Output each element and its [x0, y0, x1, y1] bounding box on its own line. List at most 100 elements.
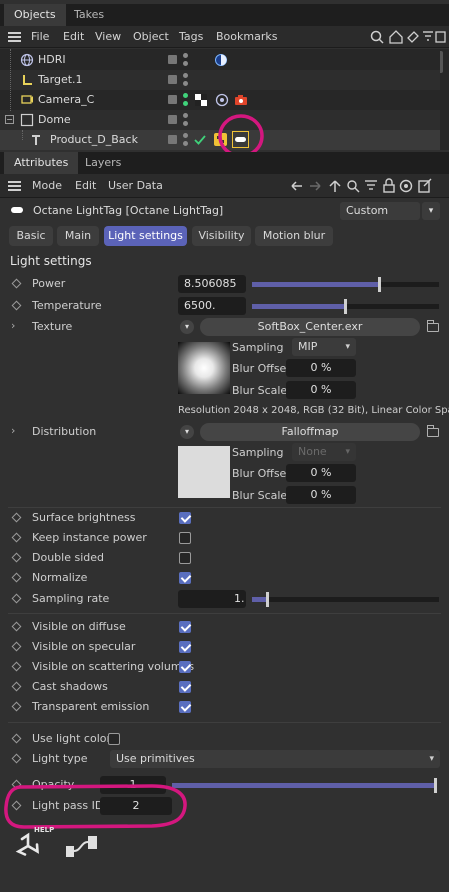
tab-visibility[interactable]: Visibility: [192, 226, 251, 246]
editor-visibility-dot[interactable]: [183, 133, 188, 138]
keyframe-icon[interactable]: [11, 593, 22, 604]
distribution-sampling-dropdown[interactable]: None ▾: [292, 443, 356, 461]
protection-tag-icon[interactable]: [195, 94, 207, 106]
distribution-field[interactable]: Falloffmap: [200, 423, 420, 441]
menu-tags[interactable]: Tags: [179, 30, 203, 43]
cast-shadows-checkbox[interactable]: [179, 681, 191, 693]
layer-swatch[interactable]: [168, 115, 177, 124]
menu-mode[interactable]: Mode: [32, 179, 62, 192]
tab-motion-blur[interactable]: Motion blur: [255, 226, 333, 246]
temperature-field[interactable]: 6500.: [178, 297, 246, 315]
attributes-toolbar-icons[interactable]: [290, 178, 446, 194]
tab-main[interactable]: Main: [57, 226, 99, 246]
tab-basic[interactable]: Basic: [9, 226, 53, 246]
editor-visibility-dot[interactable]: [183, 93, 188, 98]
preset-dropdown[interactable]: Custom: [340, 202, 420, 220]
temperature-slider[interactable]: [252, 299, 439, 314]
sampling-rate-slider[interactable]: [252, 592, 439, 607]
object-row-camera[interactable]: Camera_C: [0, 90, 440, 110]
checkmark-icon[interactable]: [194, 134, 206, 146]
object-row-hdri[interactable]: HDRI: [0, 50, 440, 70]
target-tag-icon[interactable]: [215, 93, 229, 107]
folder-icon[interactable]: [427, 425, 439, 437]
sampling-rate-slider-knob[interactable]: [265, 592, 269, 607]
texture-menu-button[interactable]: ▾: [180, 320, 194, 334]
normalize-checkbox[interactable]: [179, 572, 191, 584]
keyframe-icon[interactable]: [11, 641, 22, 652]
visible-on-scattering-volumes-checkbox[interactable]: [179, 661, 191, 673]
keyframe-icon[interactable]: [11, 681, 22, 692]
menu-icon[interactable]: [8, 181, 21, 191]
tab-light-settings[interactable]: Light settings: [104, 226, 187, 246]
visible-on-specular-checkbox[interactable]: [179, 641, 191, 653]
editor-visibility-dot[interactable]: [183, 53, 188, 58]
visible-on-diffuse-checkbox[interactable]: [179, 621, 191, 633]
keyframe-icon[interactable]: [11, 733, 22, 744]
tab-layers[interactable]: Layers: [75, 152, 131, 174]
menu-user-data[interactable]: User Data: [108, 179, 163, 192]
keyframe-icon[interactable]: [11, 300, 22, 311]
preset-arrow-button[interactable]: ▾: [422, 202, 440, 220]
distribution-blur-scale-field[interactable]: 0 %: [286, 486, 356, 504]
collapse-icon[interactable]: −: [5, 115, 14, 124]
layer-swatch[interactable]: [168, 135, 177, 144]
texture-sampling-dropdown[interactable]: MIP ▾: [292, 338, 356, 356]
sampling-rate-field[interactable]: 1.: [178, 590, 246, 608]
opacity-slider[interactable]: [172, 778, 437, 793]
expand-arrow-icon[interactable]: ›: [11, 424, 15, 437]
objects-toolbar-icons[interactable]: [370, 30, 446, 44]
node-editor-icon[interactable]: [64, 834, 100, 860]
keyframe-icon[interactable]: [11, 621, 22, 632]
texture-blur-offset-field[interactable]: 0 %: [286, 359, 356, 377]
transparent-emission-checkbox[interactable]: [179, 701, 191, 713]
menu-object[interactable]: Object: [133, 30, 169, 43]
power-field[interactable]: 8.506085: [178, 275, 246, 293]
object-row-target[interactable]: Target.1: [0, 70, 440, 90]
keyframe-icon[interactable]: [11, 572, 22, 583]
menu-bookmarks[interactable]: Bookmarks: [216, 30, 277, 43]
layer-swatch[interactable]: [168, 75, 177, 84]
opacity-slider-knob[interactable]: [434, 778, 437, 793]
use-light-color-checkbox[interactable]: [108, 733, 120, 745]
distribution-menu-button[interactable]: ▾: [180, 425, 194, 439]
menu-view[interactable]: View: [95, 30, 121, 43]
menu-file[interactable]: File: [31, 30, 49, 43]
menu-edit[interactable]: Edit: [75, 179, 96, 192]
keyframe-icon[interactable]: [11, 532, 22, 543]
keyframe-icon[interactable]: [11, 512, 22, 523]
render-visibility-dot[interactable]: [183, 101, 188, 106]
menu-icon[interactable]: [8, 32, 21, 42]
texture-blur-scale-field[interactable]: 0 %: [286, 381, 356, 399]
render-visibility-dot[interactable]: [183, 81, 188, 86]
keyframe-icon[interactable]: [11, 552, 22, 563]
layer-swatch[interactable]: [168, 55, 177, 64]
power-slider-knob[interactable]: [378, 277, 382, 292]
octane-camera-tag-icon[interactable]: [234, 94, 248, 106]
keep-instance-power-checkbox[interactable]: [179, 532, 191, 544]
tab-attributes[interactable]: Attributes: [4, 152, 79, 174]
keyframe-icon[interactable]: [11, 661, 22, 672]
menu-edit[interactable]: Edit: [63, 30, 84, 43]
power-slider[interactable]: [252, 277, 439, 292]
keyframe-icon[interactable]: [11, 753, 22, 764]
render-visibility-dot[interactable]: [183, 141, 188, 146]
editor-visibility-dot[interactable]: [183, 73, 188, 78]
environment-tag-icon[interactable]: [214, 53, 228, 67]
editor-visibility-dot[interactable]: [183, 113, 188, 118]
render-visibility-dot[interactable]: [183, 121, 188, 126]
light-type-dropdown[interactable]: Use primitives ▾: [110, 750, 440, 768]
texture-file-field[interactable]: SoftBox_Center.exr: [200, 318, 420, 336]
tab-takes[interactable]: Takes: [64, 4, 114, 26]
layer-swatch[interactable]: [168, 95, 177, 104]
folder-icon[interactable]: [427, 320, 439, 332]
keyframe-icon[interactable]: [11, 701, 22, 712]
octane-help-icon[interactable]: [12, 830, 44, 862]
tab-objects[interactable]: Objects: [4, 4, 66, 26]
render-visibility-dot[interactable]: [183, 61, 188, 66]
distribution-blur-offset-field[interactable]: 0 %: [286, 464, 356, 482]
keyframe-icon[interactable]: [11, 278, 22, 289]
double-sided-checkbox[interactable]: [179, 552, 191, 564]
surface-brightness-checkbox[interactable]: [179, 512, 191, 524]
expand-arrow-icon[interactable]: ›: [11, 319, 15, 332]
temperature-slider-knob[interactable]: [344, 299, 348, 314]
